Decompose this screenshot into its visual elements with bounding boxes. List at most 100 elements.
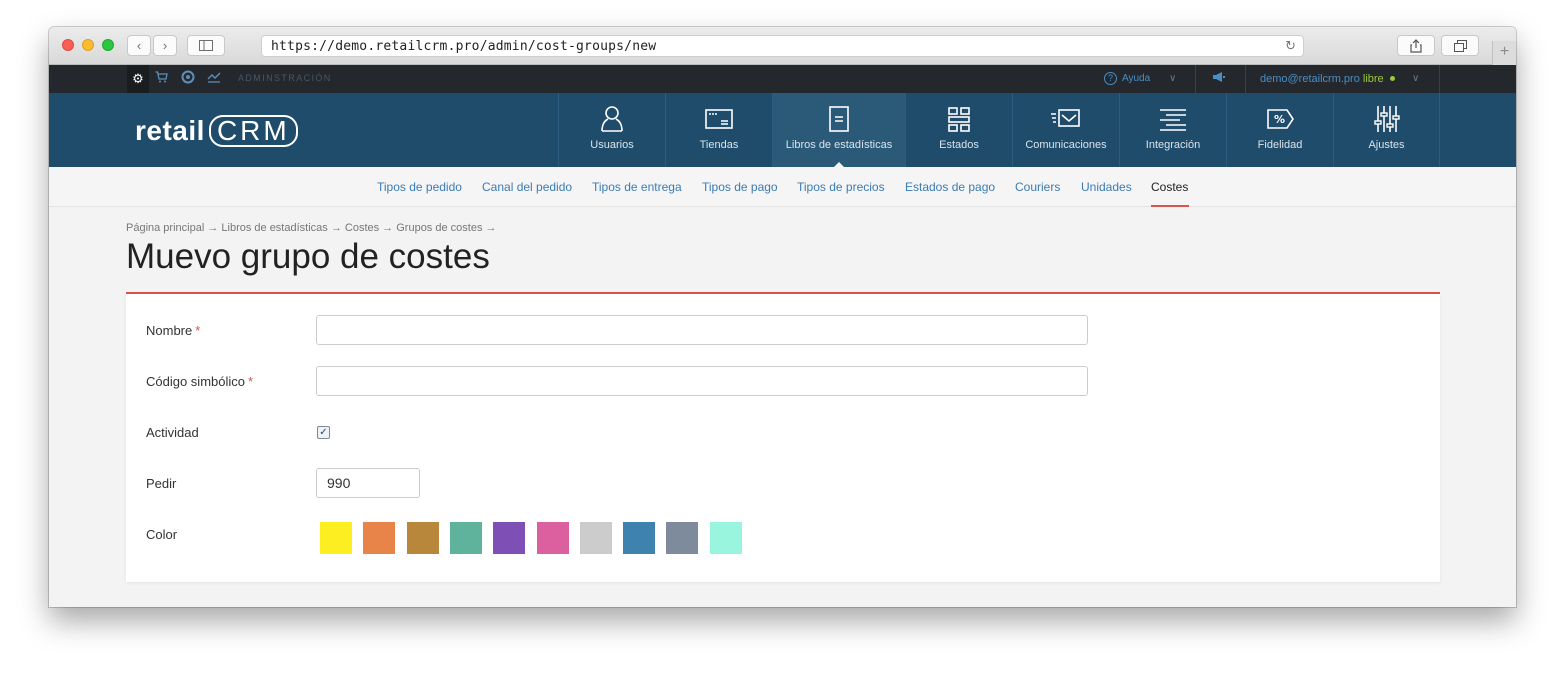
activity-checkbox[interactable]: ✓ [317,426,330,439]
share-button[interactable] [1397,35,1435,56]
forward-button[interactable]: › [153,35,177,56]
nav-label: Ajustes [1368,139,1405,151]
back-button[interactable]: ‹ [127,35,151,56]
subnav-units[interactable]: Unidades [1081,180,1132,194]
order-input[interactable]: 990 [316,468,420,498]
color-label: Color [146,527,178,542]
user-email: demo@retailcrm.pro [1260,73,1360,85]
color-swatch[interactable] [666,522,699,554]
nav-label: Comunicaciones [1025,139,1107,151]
nav-item-users[interactable]: Usuarios [558,93,665,167]
help-link[interactable]: ? Ayuda [1104,70,1150,88]
chevron-right-icon: › [162,38,168,53]
order-label: Pedir [146,476,177,491]
megaphone-icon[interactable] [1212,70,1226,88]
logo-crm-text: CRM [208,115,298,147]
nav-label: Libros de estadísticas [785,139,893,151]
nav-item-stores[interactable]: Tiendas [665,93,772,167]
share-icon [1410,39,1422,53]
activity-label: Actividad [146,425,199,440]
user-menu[interactable]: demo@retailcrm.pro libre [1260,73,1395,85]
chevron-down-icon[interactable]: ∨ [1169,70,1176,88]
analytics-icon[interactable] [207,70,221,88]
color-swatch[interactable] [536,522,569,554]
nav-label: Estados [939,139,979,151]
minimize-window-button[interactable] [82,39,94,51]
tabs-icon [1453,40,1467,52]
color-swatch[interactable] [623,522,656,554]
cart-icon[interactable] [155,70,168,88]
admin-bar: ⚙ ADMINSTRACIÓN ? Ayuda ∨ demo@retailcrm.… [49,65,1516,93]
divider [1245,65,1246,93]
active-tab-underline [1151,205,1189,207]
color-swatch[interactable] [493,522,526,554]
new-tab-button[interactable]: + [1492,41,1516,65]
required-mark: * [248,374,254,389]
nav-label: Tiendas [699,139,739,151]
browser-window: ‹ › https://demo.retailcrm.pro/admin/cos… [49,27,1516,607]
svg-text:%: % [1274,113,1285,126]
document-icon [829,106,849,132]
color-swatch[interactable] [363,522,396,554]
admin-gear-icon[interactable]: ⚙ [127,65,149,93]
percent-tag-icon: % [1267,109,1294,129]
user-icon [601,106,623,132]
page-title: Muevo grupo de costes [126,237,490,276]
grid-icon [948,107,970,132]
url-text: https://demo.retailcrm.pro/admin/cost-gr… [271,39,657,54]
tabs-button[interactable] [1441,35,1479,56]
sidebar-toggle-button[interactable] [187,35,225,56]
divider [1439,65,1440,93]
nav-item-statuses[interactable]: Estados [905,93,1012,167]
divider [1195,65,1196,93]
cost-group-form: Nombre * Código simbólico * Actividad ✓ Pe… [126,294,1440,582]
nav-label: Integración [1145,139,1201,151]
code-label: Código simbólico * [146,374,254,389]
nav-item-integration[interactable]: Integración [1119,93,1226,167]
lines-icon [1160,109,1186,131]
main-header: retail CRM Usuarios Tiendas Libros de est… [49,93,1516,167]
color-swatch[interactable] [579,522,612,554]
nav-item-statistics-books[interactable]: Libros de estadísticas [772,93,905,167]
nav-label: Usuarios [590,139,634,151]
nav-item-settings[interactable]: Ajustes [1333,93,1440,167]
help-label: Ayuda [1122,73,1151,84]
sidebar-icon [199,40,213,51]
subnav-price-types[interactable]: Tipos de precios [797,180,885,194]
logo-text: retail [135,115,205,146]
address-bar[interactable]: https://demo.retailcrm.pro/admin/cost-gr… [261,35,1304,57]
nav-item-communications[interactable]: Comunicaciones [1012,93,1119,167]
mail-icon [1051,109,1080,127]
subnav-costs[interactable]: Costes [1151,180,1188,194]
reload-icon[interactable]: ↻ [1285,38,1296,54]
status-dot-icon [1389,76,1395,81]
name-input[interactable] [316,315,1088,345]
color-swatch[interactable] [709,522,742,554]
retailcrm-logo[interactable]: retail CRM [135,115,298,147]
window-icon [705,109,733,129]
subnav-order-channel[interactable]: Canal del pedido [482,180,572,194]
help-icon: ? [1104,72,1117,85]
zoom-window-button[interactable] [102,39,114,51]
breadcrumb[interactable]: Página principal → Libros de estadística… [126,222,497,234]
code-input[interactable] [316,366,1088,396]
color-swatch[interactable] [406,522,439,554]
sub-navigation: Tipos de pedido Canal del pedido Tipos d… [49,167,1516,207]
subnav-delivery-types[interactable]: Tipos de entrega [592,180,682,194]
support-icon[interactable] [181,70,195,89]
subnav-payment-types[interactable]: Tipos de pago [702,180,778,194]
name-label: Nombre * [146,323,201,338]
chevron-left-icon: ‹ [136,38,142,53]
chevron-down-icon[interactable]: ∨ [1412,70,1419,88]
checkmark-icon: ✓ [319,427,328,438]
subnav-payment-statuses[interactable]: Estados de pago [905,180,995,194]
nav-item-loyalty[interactable]: % Fidelidad [1226,93,1333,167]
subnav-couriers[interactable]: Couriers [1015,180,1060,194]
admin-section-label: ADMINSTRACIÓN [238,73,332,83]
plus-icon: + [1499,43,1510,60]
subnav-order-types[interactable]: Tipos de pedido [377,180,462,194]
close-window-button[interactable] [62,39,74,51]
user-plan: libre [1362,73,1384,85]
color-swatch[interactable] [449,522,482,554]
color-swatch[interactable] [320,522,352,554]
